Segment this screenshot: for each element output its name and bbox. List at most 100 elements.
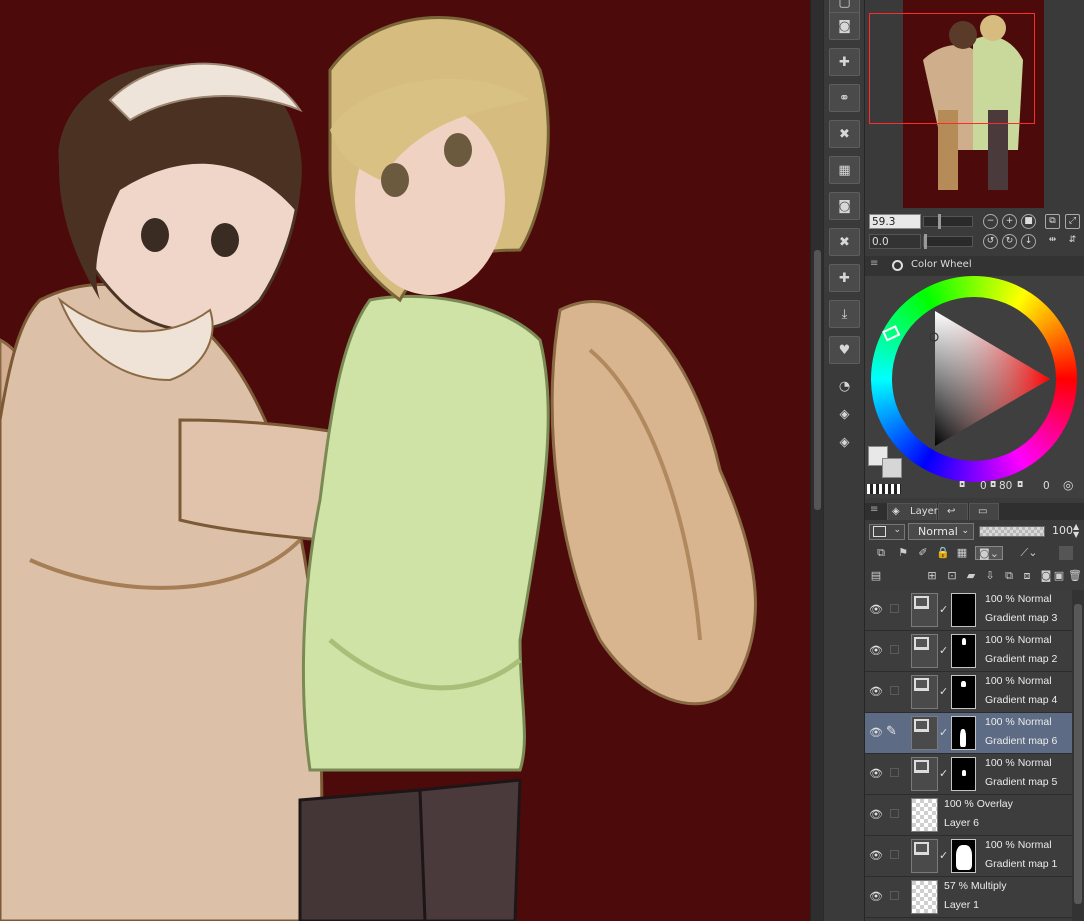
visibility-eye-icon[interactable]: 👁 [869,890,883,903]
rotate-slider[interactable] [923,234,973,249]
clip-layer-icon[interactable]: ⧉ [874,546,888,560]
opacity-value[interactable]: 100 [1052,524,1073,537]
lock-transparency-icon[interactable]: ▦ [955,546,969,560]
new-vector-layer-icon[interactable]: ⊡ [945,569,959,583]
layer-lock-checkbox[interactable] [890,604,899,613]
fit-screen-icon[interactable]: ⤢ [1065,214,1080,229]
transparent-color-swatch[interactable] [867,484,901,494]
layer-mask-thumbnail[interactable] [951,757,976,791]
rotate-reset-icon[interactable]: ↓ [1021,234,1036,249]
create-mask-icon[interactable]: ◙ [1039,569,1053,583]
visibility-eye-icon[interactable]: 👁 [869,726,883,739]
zoom-slider[interactable] [923,214,973,229]
layer-mask-thumbnail[interactable] [951,634,976,668]
new-folder-icon[interactable]: ▰ [964,569,978,583]
heart-command-icon[interactable]: ♥ [829,336,860,364]
rotate-input[interactable]: 0.0 [869,234,921,249]
layer-lock-checkbox[interactable] [890,768,899,777]
tab-animation[interactable]: ▭ [969,503,999,520]
blend-preview-dropdown[interactable]: ⌄ [869,524,905,540]
visibility-eye-icon[interactable]: 👁 [869,849,883,862]
layer-list-scrollbar[interactable] [1072,590,1084,921]
layer-panel-header: ≡ ◈ Layer ↩ ▭ [865,503,1084,520]
layer-lock-checkbox[interactable] [890,850,899,859]
download-command-icon[interactable]: ⤓ [829,300,860,328]
draft-layer-icon[interactable]: ✐ [916,546,930,560]
camera-command-icon[interactable]: ◙ [829,12,860,40]
transfer-down-icon[interactable]: ⇩ [983,569,997,583]
color-wheel-tab-icon[interactable] [892,260,903,271]
saturation-triangle[interactable] [865,276,1084,486]
flip-vertical-icon[interactable]: ⇵ [1065,234,1080,249]
stack-command-icon[interactable]: ◈ [829,428,860,456]
figure2-command-icon[interactable]: ✚ [829,264,860,292]
layer-lock-checkbox[interactable] [890,686,899,695]
fit-window-icon[interactable]: ⧉ [1045,214,1060,229]
opacity-slider[interactable] [979,526,1045,537]
new-raster-layer-icon[interactable]: ⊞ [925,569,939,583]
fill-command-icon[interactable]: ◔ [829,372,860,400]
zoom-actual-icon[interactable]: ■ [1021,214,1036,229]
figure-command-icon[interactable]: ✚ [829,48,860,76]
color-mode-icon[interactable]: ◎ [1063,478,1073,492]
layer-name: Gradient map 4 [985,694,1058,706]
mask-toggle-icon[interactable]: ◙⌄ [975,546,1003,560]
layer-scrollbar-thumb[interactable] [1074,604,1082,904]
layer-mask-thumbnail[interactable] [951,839,976,873]
visibility-eye-icon[interactable]: 👁 [869,767,883,780]
combine-layers-icon[interactable]: ⧉ [1002,569,1016,583]
layer-row[interactable]: 👁 ✓ 100 % Normal Gradient map 5 [865,754,1072,795]
zoom-out-icon[interactable]: − [983,214,998,229]
layer-mask-thumbnail[interactable] [951,716,976,750]
scrollbar-thumb[interactable] [814,250,821,510]
layer-row[interactable]: 👁 57 % Multiply Layer 1 [865,877,1072,918]
layer-property-icon[interactable]: ▤ [869,569,883,583]
reference-layer-icon[interactable]: ⚑ [896,546,910,560]
close-image2-command-icon[interactable]: ✖ [829,228,860,256]
layer-lock-checkbox[interactable] [890,645,899,654]
layer-mask-thumbnail[interactable] [951,593,976,627]
lock-icon[interactable]: 🔒 [936,546,950,560]
canvas[interactable] [0,0,810,921]
merge-layers-icon[interactable]: ⧈ [1020,569,1034,583]
tab-history[interactable]: ↩ [938,503,968,520]
opacity-stepper-icon[interactable]: ▲ ▼ [1073,523,1079,539]
color-wheel-title[interactable]: Color Wheel [911,259,972,270]
navigator-view-rect[interactable] [869,13,1035,124]
delete-layer-icon[interactable]: 🗑 [1068,569,1082,583]
visibility-eye-icon[interactable]: 👁 [869,685,883,698]
layer-row[interactable]: 👁 ✓ 100 % Normal Gradient map 1 [865,836,1072,877]
sub-color-swatch[interactable] [882,458,902,478]
color-wheel-header: ≡ Color Wheel [865,256,1084,276]
blend-mode-select[interactable]: Normal ⌄ [908,523,974,540]
rotate-right-icon[interactable]: ↻ [1002,234,1017,249]
visibility-eye-icon[interactable]: 👁 [869,644,883,657]
link-command-icon[interactable]: ⚭ [829,84,860,112]
tab-layer[interactable]: ◈ Layer [887,503,938,520]
layers-command-icon[interactable]: ◈ [829,400,860,428]
layer-row[interactable]: 👁 ✓ 100 % Normal Gradient map 4 [865,672,1072,713]
canvas-scrollbar[interactable] [810,0,823,921]
layer-color-icon[interactable] [1059,546,1073,560]
layer-mask-thumbnail[interactable] [951,675,976,709]
layer-lock-checkbox[interactable] [890,891,899,900]
panel-menu-icon[interactable]: ≡ [870,258,878,269]
ruler-toggle-icon[interactable]: ⟋⌄ [1015,546,1043,560]
layer-row[interactable]: 👁 ✓ 100 % Normal Gradient map 3 [865,590,1072,631]
grid-command-icon[interactable]: ▦ [829,156,860,184]
rotate-left-icon[interactable]: ↺ [983,234,998,249]
zoom-in-icon[interactable]: + [1002,214,1017,229]
visibility-eye-icon[interactable]: 👁 [869,603,883,616]
close-image-command-icon[interactable]: ✖ [829,120,860,148]
visibility-eye-icon[interactable]: 👁 [869,808,883,821]
layer-row-selected[interactable]: 👁 ✎ ✓ 100 % Normal Gradient map 6 [865,713,1072,754]
camera2-command-icon[interactable]: ◙ [829,192,860,220]
editing-pencil-icon: ✎ [886,724,897,739]
flip-horizontal-icon[interactable]: ⇹ [1045,234,1060,249]
layer-lock-checkbox[interactable] [890,809,899,818]
apply-mask-icon[interactable]: ▣ [1052,569,1066,583]
zoom-input[interactable]: 59.3 [869,214,921,229]
layer-row[interactable]: 👁 ✓ 100 % Normal Gradient map 2 [865,631,1072,672]
layer-panel-menu-icon[interactable]: ≡ [870,504,878,515]
layer-row[interactable]: 👁 100 % Overlay Layer 6 [865,795,1072,836]
